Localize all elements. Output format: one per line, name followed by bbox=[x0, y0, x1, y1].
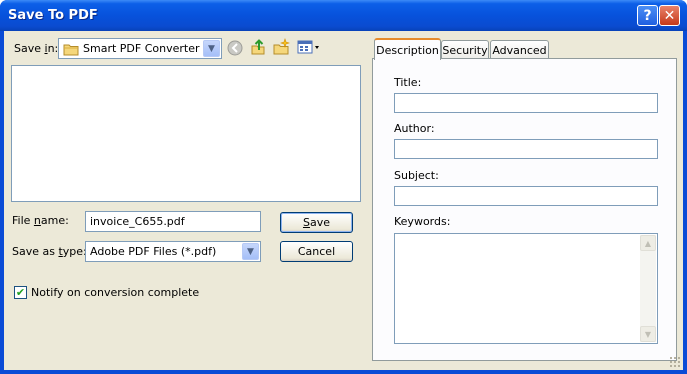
scroll-down-icon[interactable]: ▼ bbox=[640, 326, 656, 342]
notify-label[interactable]: Notify on conversion complete bbox=[31, 286, 199, 299]
dialog-body: Save in: Smart PDF Converter Pro ▼ File … bbox=[4, 31, 683, 370]
save-as-type-label: Save as type: bbox=[12, 245, 87, 258]
window-title: Save To PDF bbox=[8, 8, 98, 23]
close-button[interactable]: ✕ bbox=[659, 5, 680, 26]
views-menu-icon[interactable] bbox=[296, 38, 322, 56]
keywords-field[interactable]: ▲ ▼ bbox=[394, 233, 658, 344]
up-folder-icon[interactable] bbox=[249, 38, 267, 56]
keywords-scrollbar[interactable]: ▲ ▼ bbox=[640, 235, 656, 342]
title-bar[interactable]: Save To PDF ? ✕ bbox=[0, 0, 687, 31]
back-arrow-icon[interactable] bbox=[226, 39, 244, 57]
scroll-up-icon[interactable]: ▲ bbox=[640, 235, 656, 251]
save-as-type-value: Adobe PDF Files (*.pdf) bbox=[90, 245, 217, 258]
help-button[interactable]: ? bbox=[637, 5, 658, 26]
save-button-label: Save bbox=[302, 216, 330, 229]
cancel-button-label: Cancel bbox=[297, 245, 336, 258]
cancel-button[interactable]: Cancel bbox=[280, 241, 353, 262]
save-button[interactable]: Save bbox=[280, 212, 353, 233]
subject-field[interactable] bbox=[394, 186, 658, 206]
save-in-value: Smart PDF Converter Pro bbox=[83, 42, 221, 55]
subject-label: Subject: bbox=[394, 169, 439, 182]
title-field[interactable] bbox=[394, 93, 658, 113]
help-icon: ? bbox=[643, 7, 652, 24]
tab-security-label: Security bbox=[442, 44, 488, 57]
file-name-input[interactable]: invoice_C655.pdf bbox=[85, 211, 261, 232]
tab-advanced[interactable]: Advanced bbox=[490, 40, 549, 60]
author-field[interactable] bbox=[394, 139, 658, 159]
resize-grip-icon[interactable] bbox=[669, 356, 681, 368]
chevron-down-icon[interactable]: ▼ bbox=[203, 40, 220, 57]
keywords-label: Keywords: bbox=[394, 215, 451, 228]
chevron-down-icon[interactable]: ▼ bbox=[242, 243, 259, 260]
description-panel: Title: Author: Subject: Keywords: ▲ ▼ bbox=[372, 58, 677, 361]
notify-checkbox[interactable]: ✔ bbox=[14, 286, 27, 299]
save-in-label: Save in: bbox=[14, 42, 59, 55]
folder-icon bbox=[62, 40, 80, 58]
tab-description-label: Description bbox=[376, 43, 439, 57]
close-icon: ✕ bbox=[663, 7, 676, 24]
checkmark-icon: ✔ bbox=[15, 286, 26, 299]
tab-description[interactable]: Description bbox=[374, 38, 441, 60]
save-to-pdf-dialog: Save To PDF ? ✕ Save in: Smart PDF Conve… bbox=[0, 0, 687, 374]
tab-advanced-label: Advanced bbox=[492, 44, 547, 57]
save-in-dropdown[interactable]: Smart PDF Converter Pro ▼ bbox=[58, 38, 222, 59]
save-as-type-dropdown[interactable]: Adobe PDF Files (*.pdf) ▼ bbox=[85, 241, 261, 262]
file-list-view[interactable] bbox=[11, 65, 361, 202]
author-label: Author: bbox=[394, 122, 435, 135]
new-folder-icon[interactable] bbox=[272, 38, 290, 56]
file-name-value: invoice_C655.pdf bbox=[90, 215, 185, 228]
file-name-label: File name: bbox=[12, 214, 69, 227]
tab-security[interactable]: Security bbox=[441, 40, 489, 60]
title-label: Title: bbox=[394, 76, 422, 89]
